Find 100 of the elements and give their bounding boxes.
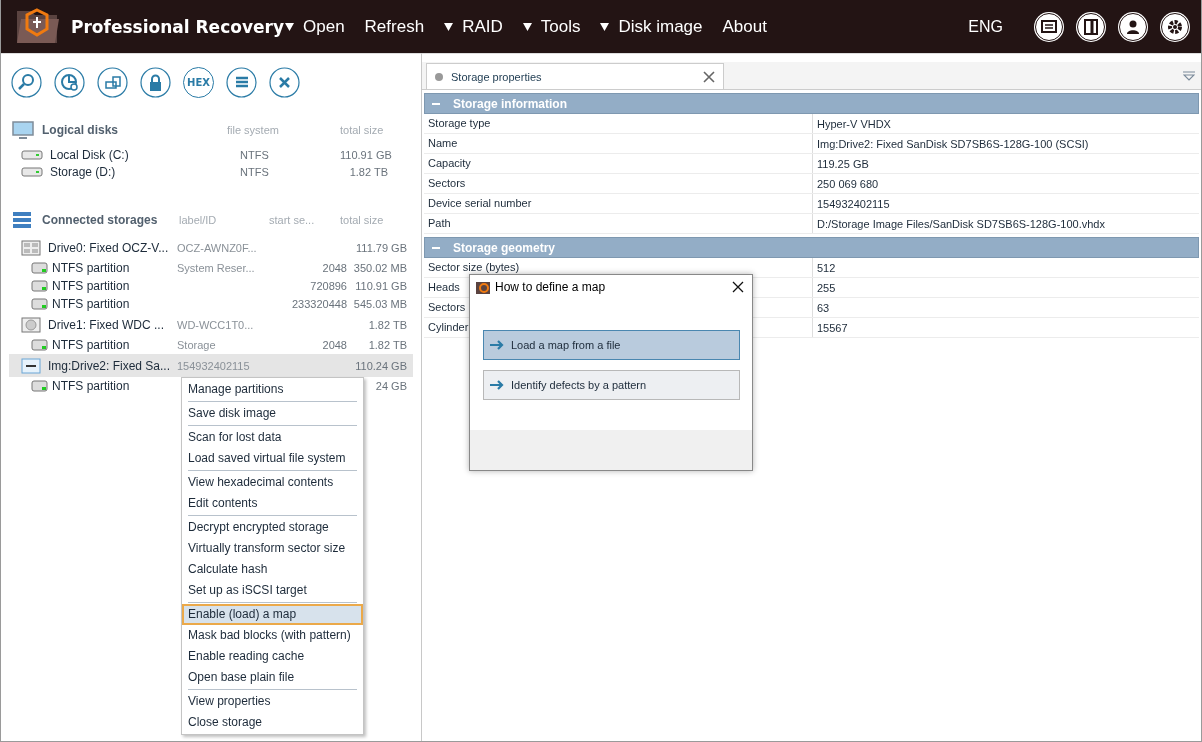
context-menu-item[interactable]: Open base plain file [182,667,363,688]
window-list-icon[interactable] [1033,10,1065,43]
column-header: file system [227,124,279,136]
disk-drive-icon [21,148,43,161]
menu-item[interactable]: Refresh [364,16,425,37]
panel-icon[interactable] [1075,10,1107,43]
context-menu-item[interactable]: Close storage [182,712,363,733]
tab[interactable]: Storage properties [426,63,724,89]
total-size: 545.03 MB [352,298,407,310]
property-value: 250 069 680 [816,177,879,190]
file-system: NTFS [240,148,270,161]
total-size: 1.82 TB [348,165,388,178]
context-menu-item[interactable]: Load saved virtual file system [182,448,363,469]
total-size: 110.91 GB [354,280,407,292]
column-header: total size [340,124,384,136]
property-name: Path [424,214,813,233]
menu-item[interactable]: Tools [522,16,581,37]
storage-row[interactable]: Drive1: Fixed WDC ... WD-WCC1T0... 1.82 TB [9,313,413,336]
start-sector: 2048 [321,262,347,274]
dropdown-triangle-icon [522,22,532,31]
partition-icon [31,339,49,351]
total-size: 1.82 TB [367,339,407,351]
property-name: Capacity [424,154,813,173]
dropdown-icon[interactable] [1183,70,1195,81]
context-menu-item[interactable]: Edit contents [182,493,363,514]
property-name: Sectors [424,174,813,193]
section-title: Connected storages [42,213,158,227]
monitor-icon [12,121,34,139]
disk-drive-icon [21,165,43,178]
option-button[interactable]: Load a map from a file [483,330,740,360]
lock-icon[interactable] [140,67,171,98]
context-menu-item[interactable]: Enable reading cache [182,646,363,667]
dialog-title: How to define a map [495,280,607,294]
menu-item[interactable]: About [722,16,767,37]
context-menu-item[interactable]: Set up as iSCSI target [182,580,363,601]
property-value: 255 [816,281,836,294]
list-icon[interactable] [226,67,257,98]
context-menu-item[interactable]: Mask bad blocks (with pattern) [182,625,363,646]
property-value: 154932402115 [816,197,890,210]
storage-label: 154932402115 [177,359,251,372]
dropdown-triangle-icon [600,22,610,31]
storage-name: NTFS partition [52,297,131,311]
file-system: NTFS [240,165,270,178]
dropdown-triangle-icon [444,22,454,31]
section-title: Storage geometry [453,240,556,255]
hex-button[interactable]: HEX [183,67,214,98]
start-sector: 2048 [321,339,347,351]
context-menu-item[interactable]: Manage partitions [182,379,363,400]
option-button[interactable]: Identify defects by a pattern [483,370,740,400]
section-title: Logical disks [42,123,119,137]
storage-row[interactable]: Drive0: Fixed OCZ-V... OCZ-AWNZ0F... 111.79 GB [9,236,413,259]
partition-icon [31,262,49,274]
user-icon[interactable] [1117,10,1149,43]
context-menu-item[interactable]: Enable (load) a map [182,604,363,625]
context-menu-item[interactable]: Scan for lost data [182,427,363,448]
partition-icon [31,298,49,310]
pie-chart-search-icon[interactable] [54,67,85,98]
disk-name: Storage (D:) [50,164,117,179]
context-menu-item[interactable]: View hexadecimal contents [182,472,363,493]
disk-name: Local Disk (C:) [50,147,130,162]
search-icon[interactable] [11,67,42,98]
property-value: 512 [816,261,836,274]
column-header: label/ID [179,214,217,226]
property-value: 63 [816,301,830,314]
context-menu-item[interactable]: Virtually transform sector size [182,538,363,559]
storage-name: Drive0: Fixed OCZ-V... [48,240,170,255]
storage-name: NTFS partition [52,261,131,275]
property-name: Device serial number [424,194,813,213]
context-menu-item[interactable]: Save disk image [182,403,363,424]
disk-image-icon[interactable] [97,67,128,98]
section-title: Storage information [453,96,567,111]
storage-name: NTFS partition [52,379,131,393]
menu-item[interactable]: Disk image [600,16,703,37]
storage-name: Drive1: Fixed WDC ... [48,317,165,332]
context-menu-item[interactable]: Calculate hash [182,559,363,580]
drive-icon [21,239,41,256]
context-menu-item[interactable]: Decrypt encrypted storage [182,517,363,538]
language-menu[interactable]: ENG [968,17,1003,36]
property-value: D:/Storage Image Files/SanDisk SD7SB6S-128G-100.vhdx [816,217,1105,230]
column-header: start se... [269,214,315,226]
app-title: Professional Recovery [71,16,284,37]
context-menu-item[interactable]: View properties [182,691,363,712]
status-dot-icon [435,72,443,81]
disk-image-icon [21,357,41,374]
menu-item[interactable]: RAID [444,16,503,37]
close-icon[interactable] [732,281,744,293]
storage-name: NTFS partition [52,279,131,293]
dropdown-triangle-icon [285,22,294,31]
total-size: 110.24 GB [354,359,407,372]
start-sector: 233320448 [290,298,347,310]
partition-icon [31,280,49,292]
storage-row[interactable]: Img:Drive2: Fixed Sa... 154932402115 110.24 GB [9,354,413,377]
total-size: 1.82 TB [367,318,407,331]
menu-item[interactable]: Open [285,16,345,37]
storage-name: Img:Drive2: Fixed Sa... [48,358,172,373]
arrow-icon [489,379,505,391]
settings-icon[interactable] [1159,10,1191,43]
arrow-icon [489,339,505,351]
column-header: total size [340,214,384,226]
property-value: 119.25 GB [816,157,869,170]
